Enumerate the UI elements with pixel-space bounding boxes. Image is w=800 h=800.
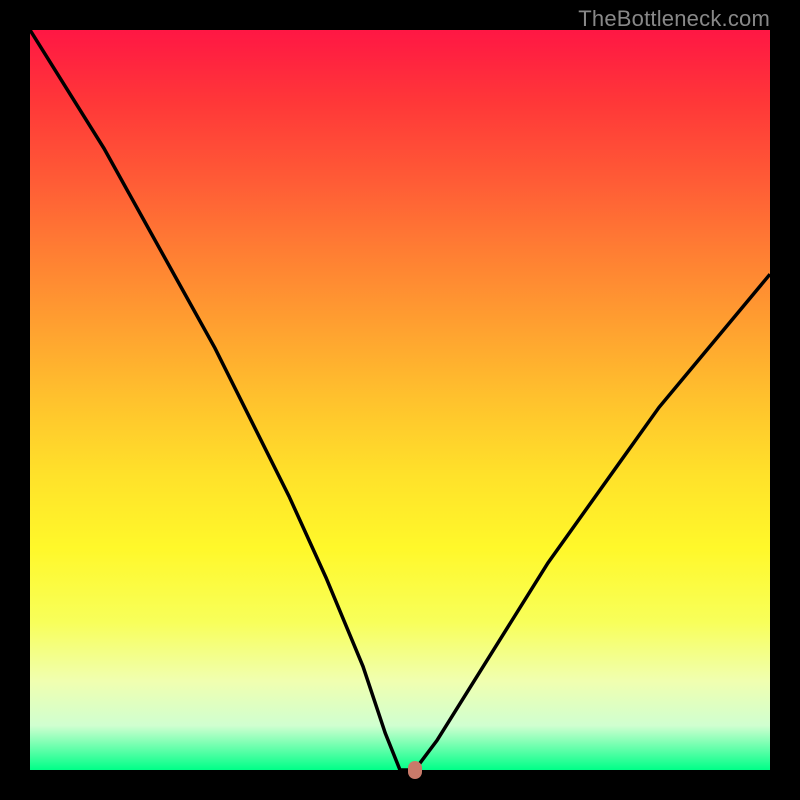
bottleneck-marker [408,761,422,779]
bottleneck-curve-path [30,30,770,770]
plot-area [30,30,770,770]
chart-container: TheBottleneck.com [0,0,800,800]
watermark-text: TheBottleneck.com [578,6,770,32]
curve-svg [30,30,770,770]
